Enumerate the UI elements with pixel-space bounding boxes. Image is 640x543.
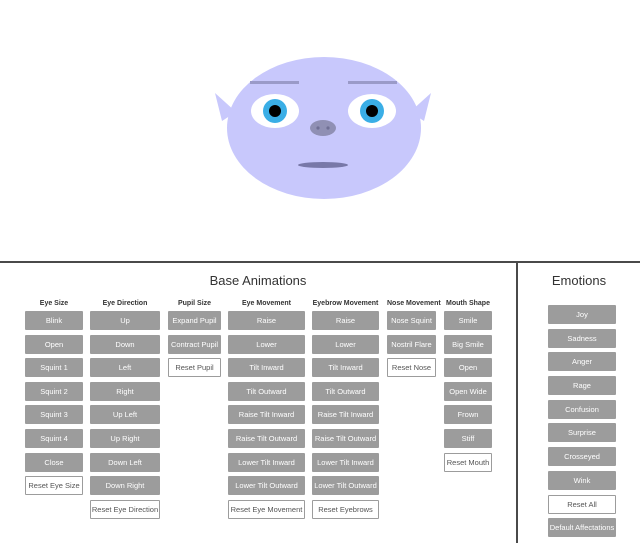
emotion-rage-button[interactable]: Rage: [548, 376, 616, 396]
emotion-joy-button[interactable]: Joy: [548, 305, 616, 324]
reset-all-button[interactable]: Reset All: [548, 494, 616, 514]
emotion-sadness-button[interactable]: Sadness: [548, 328, 616, 348]
eye-size-squint-2-button[interactable]: Squint 2: [25, 381, 83, 401]
eye-movement-raise-tilt-inward-button[interactable]: Raise Tilt Inward: [228, 405, 305, 425]
mouth-shape-big-smile-button[interactable]: Big Smile: [444, 334, 492, 354]
left-eyebrow: [250, 81, 299, 84]
face-illustration: [215, 57, 431, 199]
column-header-mouth-shape: Mouth Shape: [446, 300, 490, 307]
nose: [310, 120, 336, 136]
eye-movement-lower-tilt-outward-button[interactable]: Lower Tilt Outward: [228, 476, 305, 496]
nose-movement-nose-squint-button[interactable]: Nose Squint: [387, 311, 436, 330]
column-eye-size: Eye Size Blink Open Squint 1 Squint 2 Squint …: [25, 299, 83, 500]
left-pupil: [269, 105, 281, 117]
mouth-shape-smile-button[interactable]: Smile: [444, 311, 492, 330]
eye-movement-tilt-outward-button[interactable]: Tilt Outward: [228, 381, 305, 401]
eye-size-open-button[interactable]: Open: [25, 334, 83, 354]
reset-nose-movement-button[interactable]: Reset Nose: [387, 358, 436, 378]
mouth: [298, 162, 348, 168]
eye-movement-tilt-inward-button[interactable]: Tilt Inward: [228, 358, 305, 378]
column-pupil-size: Pupil Size Expand Pupil Contract Pupil Rese…: [168, 299, 221, 382]
column-header-eyebrow-movement: Eyebrow Movement: [312, 300, 379, 307]
emotion-crosseyed-button[interactable]: Crosseyed: [548, 447, 616, 467]
eye-movement-raise-tilt-outward-button[interactable]: Raise Tilt Outward: [228, 428, 305, 448]
eye-direction-up-button[interactable]: Up: [90, 311, 160, 330]
column-nose-movement: Nose Movement Nose Squint Nostril Flare Res…: [387, 299, 441, 382]
eyebrow-movement-tilt-inward-button[interactable]: Tilt Inward: [312, 358, 379, 378]
column-header-eye-direction: Eye Direction: [102, 300, 148, 307]
column-header-nose-movement: Nose Movement: [387, 300, 441, 307]
eyebrow-movement-raise-tilt-outward-button[interactable]: Raise Tilt Outward: [312, 428, 379, 448]
reset-mouth-shape-button[interactable]: Reset Mouth: [444, 452, 492, 472]
right-pupil: [366, 105, 378, 117]
face-stage: [0, 0, 640, 261]
eyebrow-movement-lower-tilt-inward-button[interactable]: Lower Tilt Inward: [312, 452, 379, 472]
column-header-eye-movement: Eye Movement: [241, 300, 292, 307]
eyebrow-movement-tilt-outward-button[interactable]: Tilt Outward: [312, 381, 379, 401]
eye-size-squint-1-button[interactable]: Squint 1: [25, 358, 83, 378]
mouth-shape-stiff-button[interactable]: Stiff: [444, 428, 492, 448]
column-header-pupil-size: Pupil Size: [177, 300, 212, 307]
pupil-size-expand-pupil-button[interactable]: Expand Pupil: [168, 311, 221, 330]
mouth-shape-frown-button[interactable]: Frown: [444, 405, 492, 425]
eye-size-close-button[interactable]: Close: [25, 452, 83, 472]
reset-eye-movement-button[interactable]: Reset Eye Movement: [228, 499, 305, 519]
right-eyebrow: [348, 81, 397, 84]
pupil-size-contract-pupil-button[interactable]: Contract Pupil: [168, 334, 221, 354]
reset-eye-direction-button[interactable]: Reset Eye Direction: [90, 499, 160, 519]
reset-eye-size-button[interactable]: Reset Eye Size: [25, 476, 83, 496]
default-affectations-button[interactable]: Default Affectations: [548, 518, 616, 538]
eye-direction-right-button[interactable]: Right: [90, 381, 160, 401]
eyebrow-movement-lower-tilt-outward-button[interactable]: Lower Tilt Outward: [312, 476, 379, 496]
eye-movement-lower-button[interactable]: Lower: [228, 334, 305, 354]
mouth-shape-open-button[interactable]: Open: [444, 358, 492, 378]
emotions-title: Emotions: [551, 273, 607, 288]
emotion-wink-button[interactable]: Wink: [548, 470, 616, 490]
eyebrow-movement-raise-button[interactable]: Raise: [312, 311, 379, 330]
left-nostril: [316, 126, 320, 130]
base-animations-panel: Base Animations Eye Size Blink Open Squint …: [0, 263, 516, 543]
reset-pupil-size-button[interactable]: Reset Pupil: [168, 358, 221, 378]
emotion-surprise-button[interactable]: Surprise: [548, 423, 616, 443]
emotions-button-list: Joy Sadness Anger Rage Confusion Surprise Cros…: [548, 305, 616, 542]
mouth-shape-open-wide-button[interactable]: Open Wide: [444, 381, 492, 401]
eye-direction-up-left-button[interactable]: Up Left: [90, 405, 160, 425]
nose-movement-nostril-flare-button[interactable]: Nostril Flare: [387, 334, 436, 354]
eye-movement-lower-tilt-inward-button[interactable]: Lower Tilt Inward: [228, 452, 305, 472]
column-eye-movement: Eye Movement Raise Lower Tilt Inward Tilt Ou…: [228, 299, 305, 523]
eye-direction-left-button[interactable]: Left: [90, 358, 160, 378]
eye-size-squint-4-button[interactable]: Squint 4: [25, 428, 83, 448]
eye-direction-down-button[interactable]: Down: [90, 334, 160, 354]
eye-direction-down-right-button[interactable]: Down Right: [90, 476, 160, 496]
eye-size-squint-3-button[interactable]: Squint 3: [25, 405, 83, 425]
base-animations-title: Base Animations: [209, 273, 307, 288]
eye-direction-up-right-button[interactable]: Up Right: [90, 428, 160, 448]
eye-size-blink-button[interactable]: Blink: [25, 311, 83, 330]
emotions-panel: Emotions Joy Sadness Anger Rage Confusion Sur…: [518, 263, 640, 543]
column-eyebrow-movement: Eyebrow Movement Raise Lower Tilt Inward Til…: [312, 299, 379, 523]
eyebrow-movement-raise-tilt-inward-button[interactable]: Raise Tilt Inward: [312, 405, 379, 425]
column-mouth-shape: Mouth Shape Smile Big Smile Open Open Wide Fr…: [444, 299, 492, 476]
reset-eyebrow-movement-button[interactable]: Reset Eyebrows: [312, 499, 379, 519]
emotion-anger-button[interactable]: Anger: [548, 352, 616, 372]
eye-direction-down-left-button[interactable]: Down Left: [90, 452, 160, 472]
emotion-confusion-button[interactable]: Confusion: [548, 399, 616, 419]
column-header-eye-size: Eye Size: [39, 300, 69, 307]
eyebrow-movement-lower-button[interactable]: Lower: [312, 334, 379, 354]
column-eye-direction: Eye Direction Up Down Left Right Up Left Up Ri…: [90, 299, 160, 523]
eye-movement-raise-button[interactable]: Raise: [228, 311, 305, 330]
right-nostril: [326, 126, 330, 130]
